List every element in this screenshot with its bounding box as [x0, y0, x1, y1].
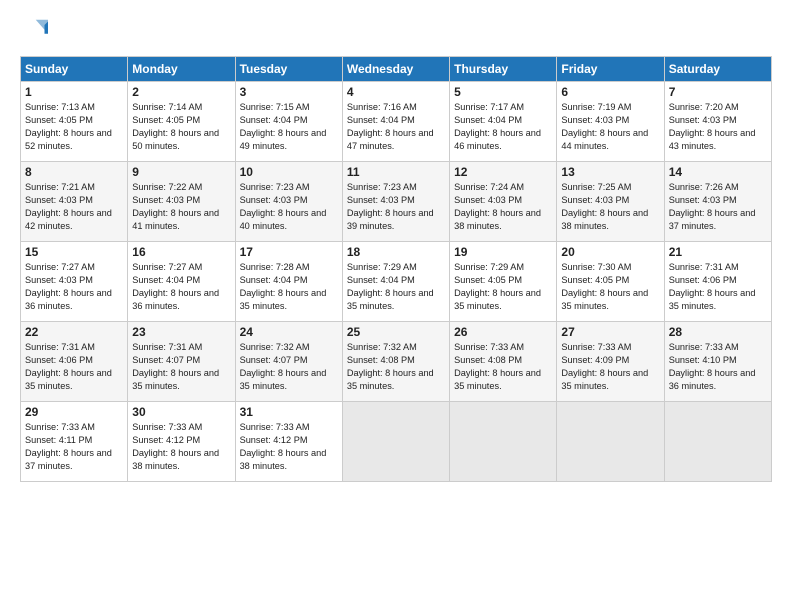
header-friday: Friday — [557, 57, 664, 82]
table-row: 8Sunrise: 7:21 AMSunset: 4:03 PMDaylight… — [21, 162, 128, 242]
header — [20, 18, 772, 46]
calendar-row: 22Sunrise: 7:31 AMSunset: 4:06 PMDayligh… — [21, 322, 772, 402]
logo — [20, 18, 52, 46]
calendar-row: 8Sunrise: 7:21 AMSunset: 4:03 PMDaylight… — [21, 162, 772, 242]
table-row: 23Sunrise: 7:31 AMSunset: 4:07 PMDayligh… — [128, 322, 235, 402]
table-row — [557, 402, 664, 482]
calendar-row: 1Sunrise: 7:13 AMSunset: 4:05 PMDaylight… — [21, 82, 772, 162]
table-row: 10Sunrise: 7:23 AMSunset: 4:03 PMDayligh… — [235, 162, 342, 242]
table-row: 9Sunrise: 7:22 AMSunset: 4:03 PMDaylight… — [128, 162, 235, 242]
weekday-header-row: Sunday Monday Tuesday Wednesday Thursday… — [21, 57, 772, 82]
table-row: 27Sunrise: 7:33 AMSunset: 4:09 PMDayligh… — [557, 322, 664, 402]
table-row: 22Sunrise: 7:31 AMSunset: 4:06 PMDayligh… — [21, 322, 128, 402]
table-row: 6Sunrise: 7:19 AMSunset: 4:03 PMDaylight… — [557, 82, 664, 162]
calendar-row: 29Sunrise: 7:33 AMSunset: 4:11 PMDayligh… — [21, 402, 772, 482]
table-row: 25Sunrise: 7:32 AMSunset: 4:08 PMDayligh… — [342, 322, 449, 402]
table-row — [342, 402, 449, 482]
header-wednesday: Wednesday — [342, 57, 449, 82]
table-row: 3Sunrise: 7:15 AMSunset: 4:04 PMDaylight… — [235, 82, 342, 162]
logo-icon — [20, 18, 48, 46]
table-row: 20Sunrise: 7:30 AMSunset: 4:05 PMDayligh… — [557, 242, 664, 322]
table-row: 4Sunrise: 7:16 AMSunset: 4:04 PMDaylight… — [342, 82, 449, 162]
table-row: 29Sunrise: 7:33 AMSunset: 4:11 PMDayligh… — [21, 402, 128, 482]
table-row: 24Sunrise: 7:32 AMSunset: 4:07 PMDayligh… — [235, 322, 342, 402]
table-row: 30Sunrise: 7:33 AMSunset: 4:12 PMDayligh… — [128, 402, 235, 482]
calendar-row: 15Sunrise: 7:27 AMSunset: 4:03 PMDayligh… — [21, 242, 772, 322]
table-row: 11Sunrise: 7:23 AMSunset: 4:03 PMDayligh… — [342, 162, 449, 242]
table-row: 7Sunrise: 7:20 AMSunset: 4:03 PMDaylight… — [664, 82, 771, 162]
header-monday: Monday — [128, 57, 235, 82]
header-saturday: Saturday — [664, 57, 771, 82]
table-row: 12Sunrise: 7:24 AMSunset: 4:03 PMDayligh… — [450, 162, 557, 242]
calendar-table: Sunday Monday Tuesday Wednesday Thursday… — [20, 56, 772, 482]
table-row: 14Sunrise: 7:26 AMSunset: 4:03 PMDayligh… — [664, 162, 771, 242]
table-row: 18Sunrise: 7:29 AMSunset: 4:04 PMDayligh… — [342, 242, 449, 322]
header-thursday: Thursday — [450, 57, 557, 82]
table-row: 26Sunrise: 7:33 AMSunset: 4:08 PMDayligh… — [450, 322, 557, 402]
table-row: 15Sunrise: 7:27 AMSunset: 4:03 PMDayligh… — [21, 242, 128, 322]
header-sunday: Sunday — [21, 57, 128, 82]
table-row: 19Sunrise: 7:29 AMSunset: 4:05 PMDayligh… — [450, 242, 557, 322]
table-row: 2Sunrise: 7:14 AMSunset: 4:05 PMDaylight… — [128, 82, 235, 162]
table-row: 31Sunrise: 7:33 AMSunset: 4:12 PMDayligh… — [235, 402, 342, 482]
table-row: 1Sunrise: 7:13 AMSunset: 4:05 PMDaylight… — [21, 82, 128, 162]
calendar-page: Sunday Monday Tuesday Wednesday Thursday… — [0, 0, 792, 612]
table-row — [450, 402, 557, 482]
table-row: 17Sunrise: 7:28 AMSunset: 4:04 PMDayligh… — [235, 242, 342, 322]
table-row: 16Sunrise: 7:27 AMSunset: 4:04 PMDayligh… — [128, 242, 235, 322]
table-row: 13Sunrise: 7:25 AMSunset: 4:03 PMDayligh… — [557, 162, 664, 242]
table-row: 5Sunrise: 7:17 AMSunset: 4:04 PMDaylight… — [450, 82, 557, 162]
header-tuesday: Tuesday — [235, 57, 342, 82]
table-row: 28Sunrise: 7:33 AMSunset: 4:10 PMDayligh… — [664, 322, 771, 402]
table-row — [664, 402, 771, 482]
table-row: 21Sunrise: 7:31 AMSunset: 4:06 PMDayligh… — [664, 242, 771, 322]
